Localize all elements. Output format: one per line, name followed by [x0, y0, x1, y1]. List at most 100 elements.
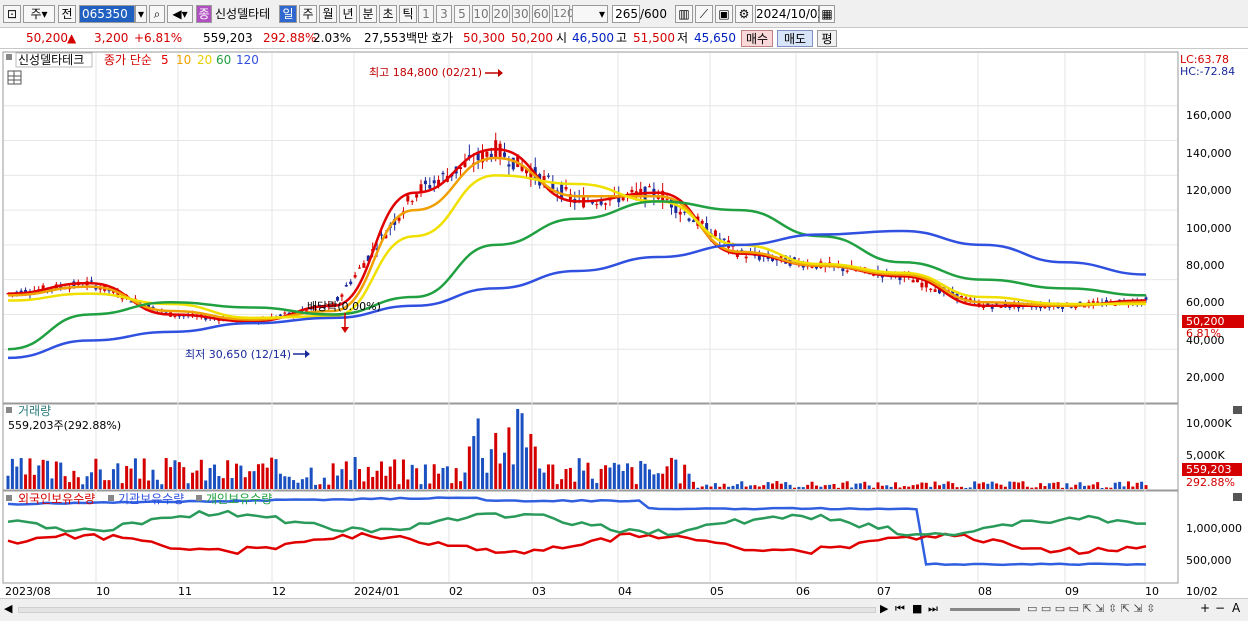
- x-tick-08: 08: [978, 585, 992, 598]
- volume-bar: [32, 474, 36, 489]
- calendar-icon[interactable]: ▦: [819, 5, 835, 23]
- period-week[interactable]: 주: [299, 5, 317, 23]
- interval-120[interactable]: 120: [552, 5, 574, 23]
- search-icon[interactable]: ⌕: [149, 5, 165, 23]
- legend-ma-10: 10: [176, 53, 191, 67]
- candle-body: [665, 198, 669, 200]
- save-icon[interactable]: ▣: [715, 5, 733, 23]
- volume-bar: [28, 458, 32, 489]
- speaker-icon[interactable]: ◀▾: [167, 5, 193, 23]
- volume-bar: [322, 477, 326, 489]
- volume-bar: [841, 482, 845, 489]
- volume-bar: [872, 487, 876, 489]
- fast-forward-icon[interactable]: ⏭: [928, 602, 938, 616]
- volume-bar: [37, 465, 41, 489]
- period-month[interactable]: 월: [319, 5, 337, 23]
- period-tick[interactable]: 틱: [399, 5, 417, 23]
- zoom-slider[interactable]: [950, 608, 1020, 611]
- volume-bar: [68, 482, 72, 489]
- volume-bar: [731, 485, 735, 489]
- scrollbar-track[interactable]: [18, 607, 876, 613]
- period-day[interactable]: 일: [279, 5, 297, 23]
- window-icon[interactable]: ⊡: [3, 5, 21, 23]
- volume-bar: [419, 484, 423, 489]
- open-price: 46,500: [572, 31, 614, 45]
- date-input[interactable]: 2024/10/02: [755, 5, 825, 23]
- volume-bar: [463, 472, 467, 489]
- candle-icon[interactable]: ▥: [675, 5, 693, 23]
- volume-bar: [1100, 487, 1104, 489]
- gear-icon[interactable]: ⚙: [735, 5, 753, 23]
- volume-bar: [366, 466, 370, 489]
- sell-button[interactable]: 매도: [777, 30, 813, 47]
- volume-bar: [867, 485, 871, 489]
- volume-bar: [305, 477, 309, 489]
- volume-bar: [296, 482, 300, 489]
- buy-button[interactable]: 매수: [741, 30, 773, 47]
- volume-bar: [1021, 481, 1025, 489]
- period-year[interactable]: 년: [339, 5, 357, 23]
- volume-bar: [757, 486, 761, 489]
- volume-bar: [358, 469, 362, 489]
- interval-3[interactable]: 3: [436, 5, 452, 23]
- legend-ma-label: 종가 단순: [104, 53, 152, 67]
- bid-price: 50,200: [511, 31, 553, 45]
- candle-body: [911, 280, 915, 283]
- code-dropdown-icon[interactable]: ▾: [135, 5, 147, 23]
- volume-bar: [911, 485, 915, 489]
- interval-1[interactable]: 1: [418, 5, 434, 23]
- x-tick-current-date: 10/02: [1186, 585, 1218, 598]
- ask-price: 50,300: [463, 31, 505, 45]
- interval-60[interactable]: 60: [532, 5, 550, 23]
- stop-icon[interactable]: ■: [912, 602, 922, 615]
- x-tick-09: 09: [1065, 585, 1079, 598]
- volume-bar: [951, 483, 955, 489]
- rewind-icon[interactable]: ⏮: [895, 602, 905, 616]
- candle-body: [700, 220, 704, 224]
- interval-30[interactable]: 30: [512, 5, 530, 23]
- scroll-right-icon[interactable]: ▶: [880, 602, 888, 615]
- holdings-close-icon[interactable]: [1233, 493, 1242, 501]
- zoom-out-icon[interactable]: −: [1215, 601, 1225, 615]
- interval-5[interactable]: 5: [454, 5, 470, 23]
- market-select[interactable]: 주▾: [23, 5, 55, 23]
- volume-bar: [1096, 482, 1100, 489]
- legend-stock-name: 신성델타테크: [18, 53, 84, 67]
- x-tick-02: 02: [449, 585, 463, 598]
- bottom-scroll-bar: ◀ ▶ ⏮ ■ ⏭ ▭ ▭ ▭ ▭ ⇱ ⇲ ⇳ ⇱ ⇲ ⇳ + − A: [0, 598, 1248, 621]
- eval-button[interactable]: 평: [817, 30, 837, 47]
- font-size-icon[interactable]: A: [1232, 601, 1240, 615]
- prev-button[interactable]: 전: [58, 5, 76, 23]
- tool-icons[interactable]: ▭ ▭ ▭ ▭ ⇱ ⇲ ⇳ ⇱ ⇲ ⇳: [1027, 602, 1155, 615]
- candle-body: [358, 267, 362, 269]
- scroll-left-icon[interactable]: ◀: [4, 602, 12, 615]
- volume-bar: [995, 483, 999, 489]
- count-input[interactable]: 265: [612, 5, 640, 23]
- code-input[interactable]: 065350: [79, 5, 135, 23]
- volume-bar: [696, 487, 700, 489]
- volume-bar: [713, 483, 717, 489]
- candle-body: [713, 230, 717, 237]
- price-tick-160000: 160,000: [1186, 109, 1232, 122]
- volume-close-icon[interactable]: [1233, 406, 1242, 414]
- period-minute[interactable]: 분: [359, 5, 377, 23]
- line-tool-icon[interactable]: ⟋: [695, 5, 713, 23]
- stock-chart[interactable]: 신성델타테크 종가 단순 5 10 20 60 120 최고 184,800 (…: [0, 49, 1248, 598]
- volume-title: 거래량: [18, 404, 51, 418]
- volume-bar: [924, 482, 928, 489]
- volume-bar: [1126, 481, 1130, 489]
- candle-body: [630, 189, 634, 193]
- holdings-individual-label: 개인보유수량: [206, 492, 272, 506]
- volume-bar: [15, 466, 19, 489]
- volume-bar: [845, 481, 849, 489]
- volume-bar: [1056, 482, 1060, 489]
- interval-20[interactable]: 20: [492, 5, 510, 23]
- custom-interval-select[interactable]: ▾: [572, 5, 608, 23]
- period-second[interactable]: 초: [379, 5, 397, 23]
- interval-10[interactable]: 10: [472, 5, 490, 23]
- volume-bar: [1082, 485, 1086, 489]
- volume-bar: [173, 460, 177, 489]
- volume-bar: [1061, 487, 1065, 489]
- volume-bar: [691, 481, 695, 489]
- zoom-in-icon[interactable]: +: [1200, 601, 1210, 615]
